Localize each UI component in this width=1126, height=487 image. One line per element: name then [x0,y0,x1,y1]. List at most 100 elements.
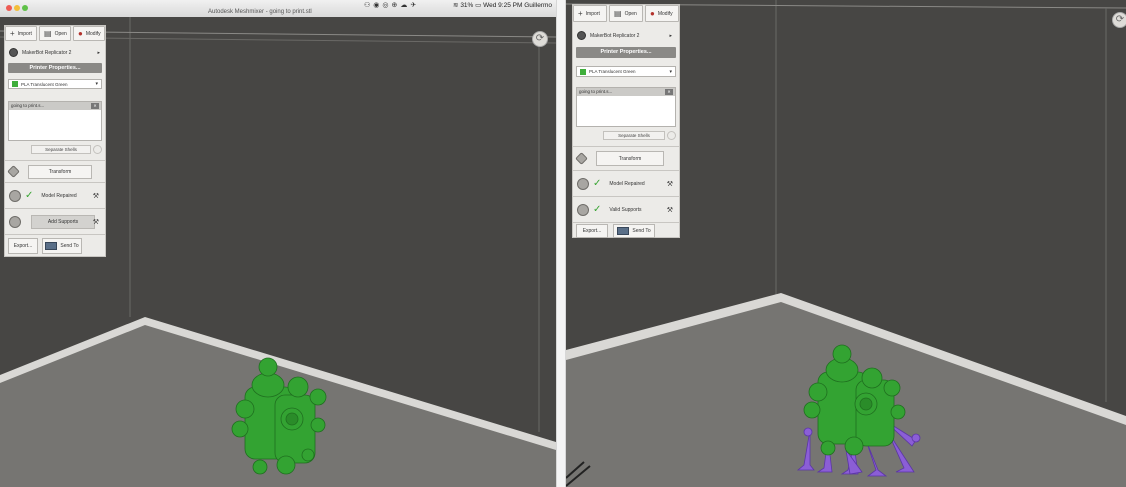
clear-icon[interactable] [667,131,676,140]
plus-icon: + [10,29,15,38]
object-list: going to print.s... ✕ [8,101,102,141]
separate-shells-button[interactable]: Separate Shells [603,131,665,140]
transform-icon [575,152,588,165]
printer-send-icon [45,242,58,250]
transform-button[interactable]: Transform [596,151,664,166]
wrench-icon[interactable]: ⚒ [667,206,673,214]
export-button[interactable]: Export... [8,238,38,254]
open-label: Open [624,10,637,17]
clock: Wed 9:25 PM [483,2,523,9]
caret-right-icon: ▸ [669,32,672,39]
top-toolbar: + Import ▤ Open ● Modify [573,5,679,22]
wrench-icon[interactable]: ⚒ [93,218,99,226]
check-icon: ✓ [593,204,602,215]
printer-properties-button[interactable]: Printer Properties... [576,47,676,58]
minimize-window-button[interactable] [14,5,20,11]
import-label: Import [17,30,32,37]
export-button[interactable]: Export... [576,224,608,238]
open-label: Open [54,30,67,37]
supports-icon [577,203,589,216]
object-name: going to print.s... [579,89,613,94]
battery-icon: ▭ [475,2,482,9]
transform-row: Transform [573,146,679,170]
send-to-button[interactable]: Send To [42,238,82,254]
modify-button[interactable]: ● Modify [73,26,105,41]
close-icon[interactable]: ✕ [91,103,99,109]
clear-icon[interactable] [93,145,102,154]
wrench-icon[interactable]: ⚒ [667,180,673,188]
inspector-icon [577,177,589,190]
printer-properties-button[interactable]: Printer Properties... [8,63,102,73]
supports-icon [9,215,21,228]
model-repaired-label: Model Repaired [609,180,645,187]
list-item[interactable]: going to print.s... ✕ [577,88,675,96]
open-button[interactable]: ▤ Open [39,26,71,41]
open-button[interactable]: ▤ Open [609,5,643,22]
printer-selector[interactable]: MakerBot Replicator 2 ▸ [577,31,672,40]
valid-supports-row: ✓ Valid Supports ⚒ [573,196,679,222]
import-button[interactable]: + Import [5,26,37,41]
chevron-down-icon: ▾ [95,81,98,87]
modify-label: Modify [657,10,673,17]
model-repaired-row: ✓ Model Repaired ⚒ [5,182,105,208]
check-icon: ✓ [25,190,34,201]
plus-icon: + [578,9,583,18]
printer-selector[interactable]: MakerBot Replicator 2 ▸ [9,48,100,57]
zoom-window-button[interactable] [22,5,28,11]
valid-supports-label: Valid Supports [609,206,642,213]
top-toolbar: + Import ▤ Open ● Modify [5,26,105,41]
3d-viewport[interactable]: ⟳ + Import ▤ Open ● Modify MakerBot Repl… [566,0,1126,487]
window-title: Autodesk Meshmixer - going to print.stl [208,9,312,15]
object-list: going to print.s... ✕ [576,87,676,127]
mac-title-bar: Autodesk Meshmixer - going to print.stl … [0,0,556,18]
print-panel: + Import ▤ Open ● Modify MakerBot Replic… [572,4,680,238]
material-swatch [580,68,586,75]
printer-icon [577,31,586,40]
separate-shells-button[interactable]: Separate Shells [31,145,91,154]
sculpt-icon: ● [650,9,655,18]
export-label: Export... [582,228,602,234]
folder-icon: ▤ [614,9,622,18]
printer-name: MakerBot Replicator 2 [590,32,640,39]
send-to-label: Send To [60,243,79,249]
menu-status: ≋ 31% ▭ Wed 9:25 PM Guillermo [453,1,552,9]
material-swatch [12,81,18,87]
send-to-label: Send To [632,228,651,234]
battery-percent: 31% [460,2,474,9]
close-window-button[interactable] [6,5,12,11]
export-label: Export... [13,243,33,249]
material-select[interactable]: PLA Translucent Green ▾ [576,66,676,77]
user-name: Guillermo [524,2,552,9]
modify-label: Modify [85,30,101,37]
material-select[interactable]: PLA Translucent Green ▾ [8,79,102,89]
object-name: going to print.s... [11,103,45,108]
import-button[interactable]: + Import [573,5,607,22]
right-screenshot: ⟳ + Import ▤ Open ● Modify MakerBot Repl… [566,0,1126,487]
folder-icon: ▤ [44,29,52,38]
material-label: PLA Translucent Green [21,81,68,87]
model-repaired-row: ✓ Model Repaired ⚒ [573,170,679,196]
wifi-icon: ≋ [453,2,459,9]
image-divider [556,0,566,487]
close-icon[interactable]: ✕ [665,89,673,95]
inspector-icon [9,189,21,202]
send-to-button[interactable]: Send To [613,224,655,238]
material-label: PLA Translucent Green [589,69,636,74]
modify-button[interactable]: ● Modify [645,5,679,22]
wrench-icon[interactable]: ⚒ [93,192,99,200]
navigation-cube-button[interactable]: ⟳ [532,31,548,47]
list-item[interactable]: going to print.s... ✕ [9,102,101,110]
printer-name: MakerBot Replicator 2 [22,49,72,56]
caret-right-icon: ▸ [97,49,100,56]
add-supports-row: Add Supports ⚒ [5,208,105,234]
printer-icon [9,48,18,57]
chevron-down-icon: ▾ [669,68,672,75]
transform-icon [7,165,20,178]
print-panel: + Import ▤ Open ● Modify MakerBot Replic… [4,25,106,257]
left-screenshot: Autodesk Meshmixer - going to print.stl … [0,0,556,487]
3d-viewport[interactable]: ⟳ + Import ▤ Open ● Modify MakerBot Repl… [0,17,556,487]
add-supports-button[interactable]: Add Supports [31,214,95,229]
sculpt-icon: ● [78,29,83,38]
navigation-cube-button[interactable]: ⟳ [1112,12,1126,28]
transform-button[interactable]: Transform [28,164,92,179]
